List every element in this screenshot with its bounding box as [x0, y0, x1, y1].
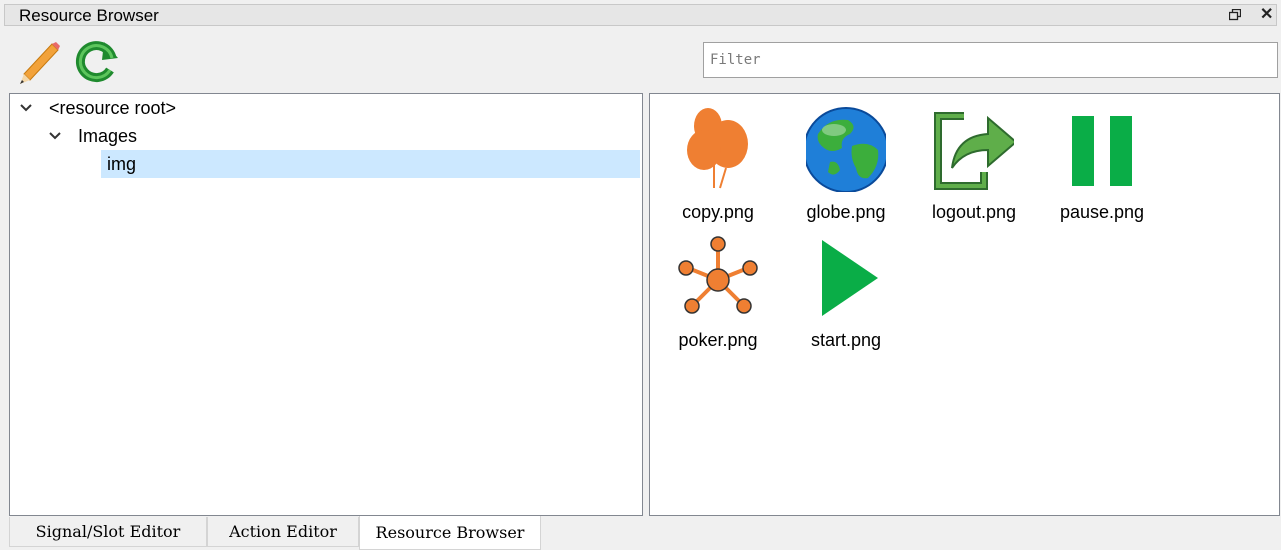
- selection-highlight: [101, 150, 640, 178]
- tree-item-label: img: [107, 154, 137, 174]
- tree-item-resource-root[interactable]: <resource root>: [10, 94, 642, 122]
- file-name: poker.png: [678, 330, 758, 350]
- file-name: logout.png: [931, 202, 1017, 222]
- float-icon[interactable]: [1229, 9, 1241, 21]
- file-item-copy[interactable]: copy.png: [654, 98, 782, 226]
- tree-item-label: <resource root>: [49, 98, 177, 118]
- pause-icon: [1072, 116, 1132, 186]
- file-name: pause.png: [1059, 202, 1145, 222]
- reload-icon[interactable]: [74, 38, 120, 84]
- globe-icon: [806, 107, 886, 192]
- file-item-start[interactable]: start.png: [782, 226, 910, 354]
- pencil-icon[interactable]: [16, 38, 62, 84]
- logout-icon: [934, 112, 1014, 190]
- resource-icon-view[interactable]: copy.png globe.png logout.png pause.png: [649, 93, 1280, 516]
- file-name: start.png: [810, 330, 882, 350]
- file-item-poker[interactable]: poker.png: [654, 226, 782, 354]
- tab-action-editor[interactable]: Action Editor: [207, 517, 359, 547]
- file-name: copy.png: [682, 202, 754, 222]
- balloons-icon: [687, 108, 748, 189]
- resource-tree[interactable]: <resource root> Images img: [9, 93, 643, 516]
- tab-resource-browser[interactable]: Resource Browser: [359, 516, 541, 550]
- file-item-pause[interactable]: pause.png: [1038, 98, 1166, 226]
- file-item-globe[interactable]: globe.png: [782, 98, 910, 226]
- filter-input[interactable]: [703, 42, 1278, 78]
- dock-title: Resource Browser: [19, 6, 159, 25]
- close-icon[interactable]: ✕: [1260, 7, 1273, 23]
- file-name: globe.png: [806, 202, 886, 222]
- network-icon: [678, 236, 758, 314]
- tree-item-images[interactable]: Images: [10, 122, 642, 150]
- dock-title-bar: Resource Browser ✕: [4, 4, 1277, 26]
- tree-item-img[interactable]: img: [10, 150, 642, 178]
- chevron-down-icon[interactable]: [47, 122, 63, 150]
- chevron-down-icon[interactable]: [18, 94, 34, 122]
- tree-item-label: Images: [78, 126, 138, 146]
- dock-tab-bar: Signal/Slot Editor Action Editor Resourc…: [9, 516, 1281, 550]
- tab-signal-slot-editor[interactable]: Signal/Slot Editor: [9, 517, 207, 547]
- play-icon: [822, 240, 878, 316]
- file-item-logout[interactable]: logout.png: [910, 98, 1038, 226]
